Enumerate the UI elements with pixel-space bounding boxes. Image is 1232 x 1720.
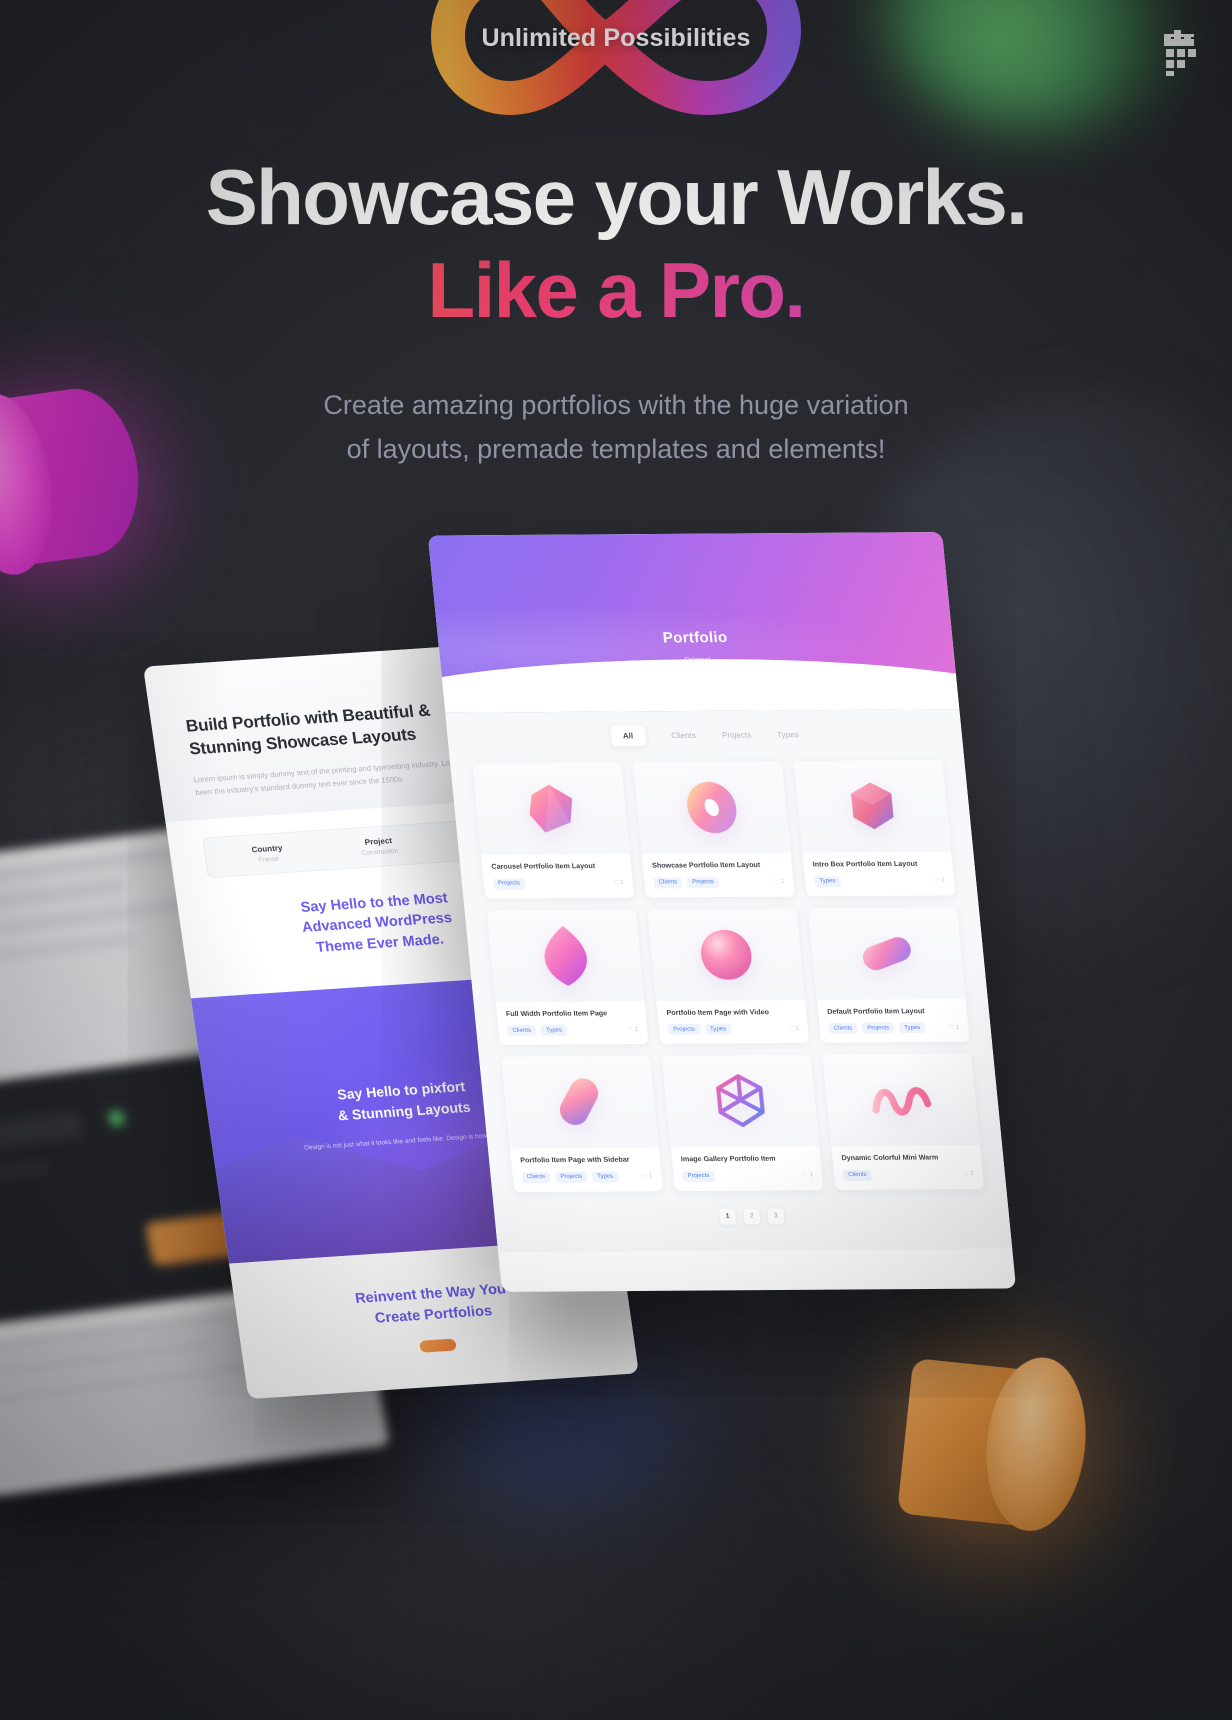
stat-project: Project Construction — [322, 833, 436, 859]
heart-icon: ♡ — [933, 878, 940, 885]
squiggle-icon — [872, 1087, 932, 1116]
like-count[interactable]: ♡ 1 — [627, 1026, 638, 1034]
portfolio-thumbnail — [661, 1054, 820, 1148]
portfolio-card[interactable]: Portfolio Item Page with Video Projects … — [647, 908, 810, 1045]
portfolio-tag[interactable]: Types — [704, 1023, 732, 1035]
subhead-line-1: Create amazing portfolios with the huge … — [323, 390, 909, 420]
hexprism-icon — [851, 782, 894, 830]
hero-subhead: Create amazing portfolios with the huge … — [0, 384, 1232, 471]
like-count[interactable]: ♡ 1 — [787, 1025, 799, 1033]
portfolio-thumbnail — [793, 760, 952, 853]
portfolio-tag[interactable]: Clients — [521, 1171, 551, 1183]
portfolio-card[interactable]: Image Gallery Portfolio Item Projects ♡ 1 — [661, 1054, 824, 1191]
headline-line-2: Like a Pro. — [0, 246, 1232, 334]
page-3[interactable]: 3 — [767, 1208, 785, 1225]
portfolio-thumbnail — [808, 906, 966, 1000]
heart-icon: ♡ — [802, 1173, 809, 1180]
capsule-icon — [862, 936, 911, 970]
portfolio-tag[interactable]: Types — [591, 1171, 619, 1183]
tab-all[interactable]: All — [609, 725, 647, 747]
hero-headline: Showcase your Works. Like a Pro. — [0, 153, 1232, 335]
portfolio-tag[interactable]: Clients — [842, 1169, 873, 1181]
portfolio-header: Portfolio Original — [427, 532, 960, 713]
heart-icon: ♡ — [948, 1025, 955, 1032]
portfolio-card[interactable]: Intro Box Portfolio Item Layout Types ♡ 1 — [793, 760, 956, 897]
tab-types[interactable]: Types — [777, 730, 799, 739]
headline-line-1: Showcase your Works. — [205, 153, 1028, 241]
portfolio-card-title: Carousel Portfolio Item Layout — [491, 862, 596, 871]
portfolio-card-title: Portfolio Item Page with Sidebar — [519, 1155, 630, 1165]
page-2[interactable]: 2 — [743, 1208, 761, 1225]
portfolio-card[interactable]: Portfolio Item Page with Sidebar Clients… — [501, 1056, 663, 1192]
portfolio-thumbnail — [472, 762, 630, 855]
infinity-icon — [426, 0, 806, 128]
portfolio-card[interactable]: Showcase Portfolio Item Layout Clients P… — [632, 761, 795, 898]
teardrop-icon — [544, 925, 587, 986]
portfolio-tag[interactable]: Types — [813, 875, 842, 888]
portfolio-mockup[interactable]: Portfolio Original All Clients Projects … — [427, 532, 1017, 1292]
portfolio-thumbnail — [647, 908, 805, 1001]
like-count[interactable]: ♡ 1 — [948, 1024, 959, 1032]
footer-accent-icon — [437, 1389, 454, 1400]
hero-kicker: Unlimited Possibilities — [481, 24, 751, 52]
portfolio-filter-tabs: All Clients Projects Types — [468, 717, 942, 763]
portfolio-tag[interactable]: Projects — [861, 1022, 895, 1034]
portfolio-card-title: Showcase Portfolio Item Layout — [651, 860, 761, 870]
portfolio-grid: Carousel Portfolio Item Layout Projects … — [472, 760, 985, 1192]
portfolio-thumbnail — [822, 1053, 981, 1147]
portfolio-thumbnail — [486, 909, 645, 1002]
portfolio-card-title: Default Portfolio Item Layout — [826, 1006, 925, 1016]
portfolio-card[interactable]: Default Portfolio Item Layout Clients Pr… — [808, 906, 970, 1043]
heart-icon: ♡ — [962, 1171, 969, 1178]
portfolio-tag[interactable]: Projects — [686, 876, 720, 888]
portfolio-tag[interactable]: Types — [898, 1022, 926, 1034]
portfolio-tag[interactable]: Projects — [492, 878, 526, 890]
heart-icon: ♡ — [627, 1027, 634, 1034]
like-count[interactable]: ♡ 1 — [773, 878, 784, 886]
portfolio-card[interactable]: Dynamic Colorful Mini Warm Clients ♡ 1 — [822, 1053, 985, 1190]
portfolio-tag[interactable]: Projects — [682, 1170, 715, 1182]
portfolio-thumbnail — [632, 761, 791, 854]
page-1[interactable]: 1 — [718, 1208, 737, 1225]
heart-icon: ♡ — [773, 879, 780, 886]
capsule2-icon — [559, 1078, 599, 1126]
subhead-line-2: of layouts, premade templates and elemen… — [346, 433, 886, 464]
portfolio-card-title: Portfolio Item Page with Video — [666, 1007, 770, 1017]
like-count[interactable]: ♡ 1 — [612, 879, 624, 887]
heart-icon: ♡ — [612, 880, 619, 887]
portfolio-thumbnail — [501, 1056, 659, 1149]
like-count[interactable]: ♡ 1 — [641, 1173, 652, 1181]
heart-icon: ♡ — [787, 1026, 794, 1033]
portfolio-pagination: 1 2 3 — [516, 1207, 987, 1226]
portfolio-tag[interactable]: Projects — [667, 1023, 701, 1035]
portfolio-tag[interactable]: Clients — [507, 1024, 537, 1037]
mid-pill-button[interactable] — [419, 1338, 457, 1353]
tab-projects[interactable]: Projects — [722, 731, 752, 740]
stat-country: Country France — [211, 840, 325, 866]
tower-logo-icon[interactable] — [1160, 24, 1204, 76]
portfolio-tag[interactable]: Clients — [828, 1022, 858, 1034]
tab-clients[interactable]: Clients — [671, 731, 696, 740]
portfolio-title: Portfolio — [661, 629, 729, 647]
sphere-icon — [700, 929, 752, 980]
portfolio-tag[interactable]: Clients — [653, 876, 683, 889]
polyhedron-icon — [529, 784, 573, 833]
portfolio-card[interactable]: Full Width Portfolio Item Page Clients T… — [486, 909, 649, 1046]
heart-icon: ♡ — [641, 1174, 648, 1181]
wirecube-icon — [716, 1074, 765, 1128]
portfolio-tag[interactable]: Projects — [554, 1171, 588, 1183]
like-count[interactable]: ♡ 1 — [802, 1172, 813, 1179]
portfolio-card-title: Full Width Portfolio Item Page — [505, 1008, 608, 1018]
portfolio-card-title: Intro Box Portfolio Item Layout — [812, 859, 918, 869]
portfolio-card-title: Image Gallery Portfolio Item — [680, 1154, 776, 1164]
portfolio-card-title: Dynamic Colorful Mini Warm — [841, 1153, 939, 1163]
like-count[interactable]: ♡ 1 — [933, 877, 945, 885]
torus-icon — [687, 781, 737, 834]
landing-hero-page: Unlimited Possibilities Showcase your Wo… — [0, 0, 1232, 1720]
portfolio-card[interactable]: Carousel Portfolio Item Layout Projects … — [472, 762, 635, 899]
portfolio-tag[interactable]: Types — [540, 1024, 568, 1036]
like-count[interactable]: ♡ 1 — [963, 1171, 974, 1178]
